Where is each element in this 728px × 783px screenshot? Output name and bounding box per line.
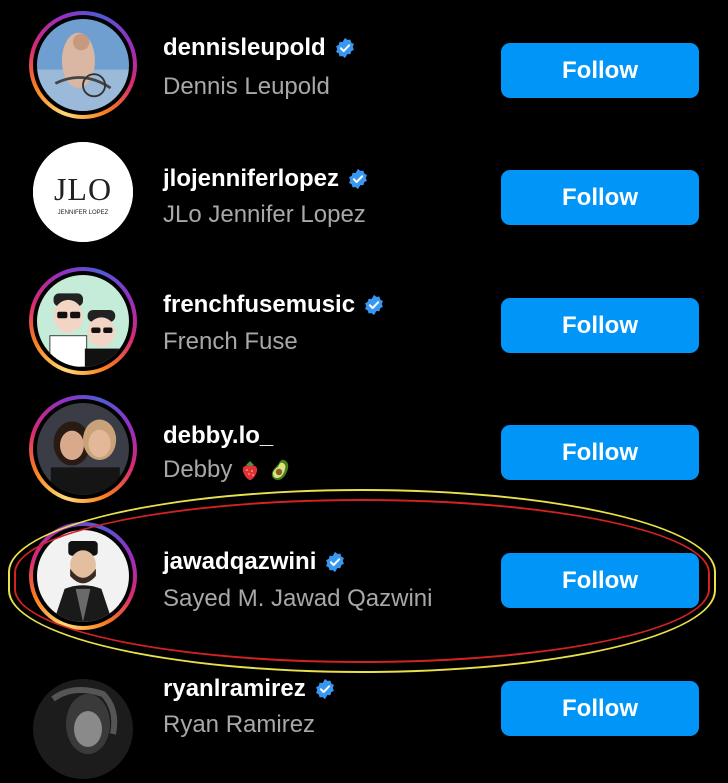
suggested-accounts-list: dennisleupold Dennis Leupold Follow JLO … xyxy=(0,0,728,779)
verified-badge-icon xyxy=(347,168,369,190)
avatar[interactable] xyxy=(29,522,137,630)
full-name: Debby xyxy=(163,456,292,484)
verified-badge-icon xyxy=(363,294,385,316)
verified-badge-icon xyxy=(314,678,336,700)
avatar[interactable] xyxy=(29,11,137,119)
list-item[interactable]: frenchfusemusic French Fuse Follow xyxy=(0,254,728,381)
avatar[interactable] xyxy=(29,267,137,375)
list-item[interactable]: JLO JENNIFER LOPEZ jlojenniferlopez JLo … xyxy=(0,127,728,254)
jlo-logo-subtext: JENNIFER LOPEZ xyxy=(58,210,109,216)
username[interactable]: frenchfusemusic xyxy=(163,291,385,319)
avatar-photo xyxy=(37,19,129,111)
full-name: Dennis Leupold xyxy=(163,73,330,100)
follow-button[interactable]: Follow xyxy=(501,170,699,225)
avatar-photo xyxy=(33,679,133,779)
full-name: Ryan Ramirez xyxy=(163,711,316,738)
avatar[interactable] xyxy=(29,675,137,783)
follow-button[interactable]: Follow xyxy=(501,681,699,736)
avatar-logo: JLO JENNIFER LOPEZ xyxy=(33,142,133,242)
username[interactable]: ryanlramirez xyxy=(163,675,336,703)
username[interactable]: jawadqazwini xyxy=(163,548,346,576)
avatar[interactable]: JLO JENNIFER LOPEZ xyxy=(29,138,137,246)
list-item[interactable]: ryanlramirez Ryan Ramirez Follow xyxy=(0,635,728,779)
strawberry-icon xyxy=(238,458,262,482)
avatar[interactable] xyxy=(29,395,137,503)
verified-badge-icon xyxy=(324,551,346,573)
list-item[interactable]: debby.lo_ Debby Follow xyxy=(0,381,728,508)
full-name: French Fuse xyxy=(163,328,298,355)
full-name: JLo Jennifer Lopez xyxy=(163,201,366,228)
verified-badge-icon xyxy=(334,37,356,59)
username[interactable]: debby.lo_ xyxy=(163,422,273,450)
list-item[interactable]: dennisleupold Dennis Leupold Follow xyxy=(0,0,728,127)
username[interactable]: dennisleupold xyxy=(163,34,356,62)
follow-button[interactable]: Follow xyxy=(501,553,699,608)
list-item[interactable]: jawadqazwini Sayed M. Jawad Qazwini Foll… xyxy=(0,508,728,635)
username[interactable]: jlojenniferlopez xyxy=(163,165,369,193)
follow-button[interactable]: Follow xyxy=(501,425,699,480)
avatar-photo xyxy=(37,403,129,495)
avocado-icon xyxy=(268,458,292,482)
full-name: Sayed M. Jawad Qazwini xyxy=(163,585,433,612)
avatar-illustration xyxy=(37,275,129,367)
follow-button[interactable]: Follow xyxy=(501,298,699,353)
avatar-photo xyxy=(37,530,129,622)
follow-button[interactable]: Follow xyxy=(501,43,699,98)
jlo-logo-text: JLO xyxy=(54,171,112,207)
